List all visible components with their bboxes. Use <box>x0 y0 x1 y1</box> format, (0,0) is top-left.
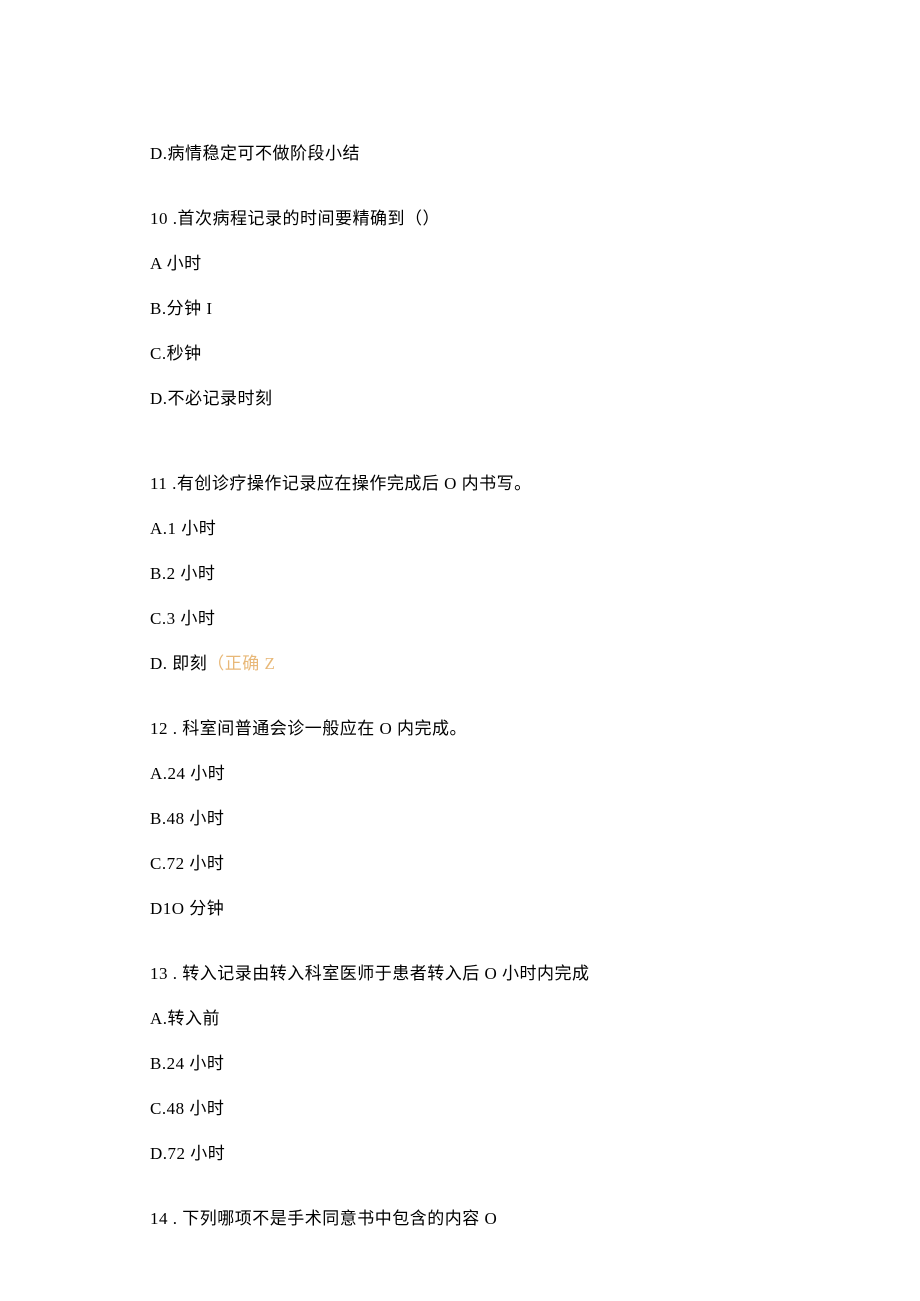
q13-option-c: C.48 小时 <box>150 1100 770 1117</box>
q12-option-d: D1O 分钟 <box>150 900 770 917</box>
q13-option-d: D.72 小时 <box>150 1145 770 1162</box>
q11-stem: 11 .有创诊疗操作记录应在操作完成后 O 内书写。 <box>150 475 770 492</box>
q12-option-a: A.24 小时 <box>150 765 770 782</box>
q11-option-b: B.2 小时 <box>150 565 770 582</box>
q11-option-a: A.1 小时 <box>150 520 770 537</box>
q10-option-b: B.分钟 I <box>150 300 770 317</box>
q10-option-c: C.秒钟 <box>150 345 770 362</box>
spacer <box>150 1190 770 1210</box>
q11-option-d-prefix: D. 即刻 <box>150 654 207 673</box>
spacer <box>150 945 770 965</box>
q11-option-c: C.3 小时 <box>150 610 770 627</box>
q10-stem: 10 .首次病程记录的时间要精确到（） <box>150 210 770 227</box>
spacer <box>150 190 770 210</box>
q13-stem: 13 . 转入记录由转入科室医师于患者转入后 O 小时内完成 <box>150 965 770 982</box>
spacer <box>150 435 770 455</box>
q11-correct-marker: （正确 Z <box>207 654 275 673</box>
q10-option-a: A 小时 <box>150 255 770 272</box>
q11-option-d: D. 即刻（正确 Z <box>150 655 770 672</box>
q12-option-c: C.72 小时 <box>150 855 770 872</box>
spacer <box>150 455 770 475</box>
q9-option-d: D.病情稳定可不做阶段小结 <box>150 145 770 162</box>
q13-option-b: B.24 小时 <box>150 1055 770 1072</box>
spacer <box>150 700 770 720</box>
q12-option-b: B.48 小时 <box>150 810 770 827</box>
q12-stem: 12 . 科室间普通会诊一般应在 O 内完成。 <box>150 720 770 737</box>
q10-option-d: D.不必记录时刻 <box>150 390 770 407</box>
q14-stem: 14 . 下列哪项不是手术同意书中包含的内容 O <box>150 1210 770 1227</box>
q13-option-a: A.转入前 <box>150 1010 770 1027</box>
